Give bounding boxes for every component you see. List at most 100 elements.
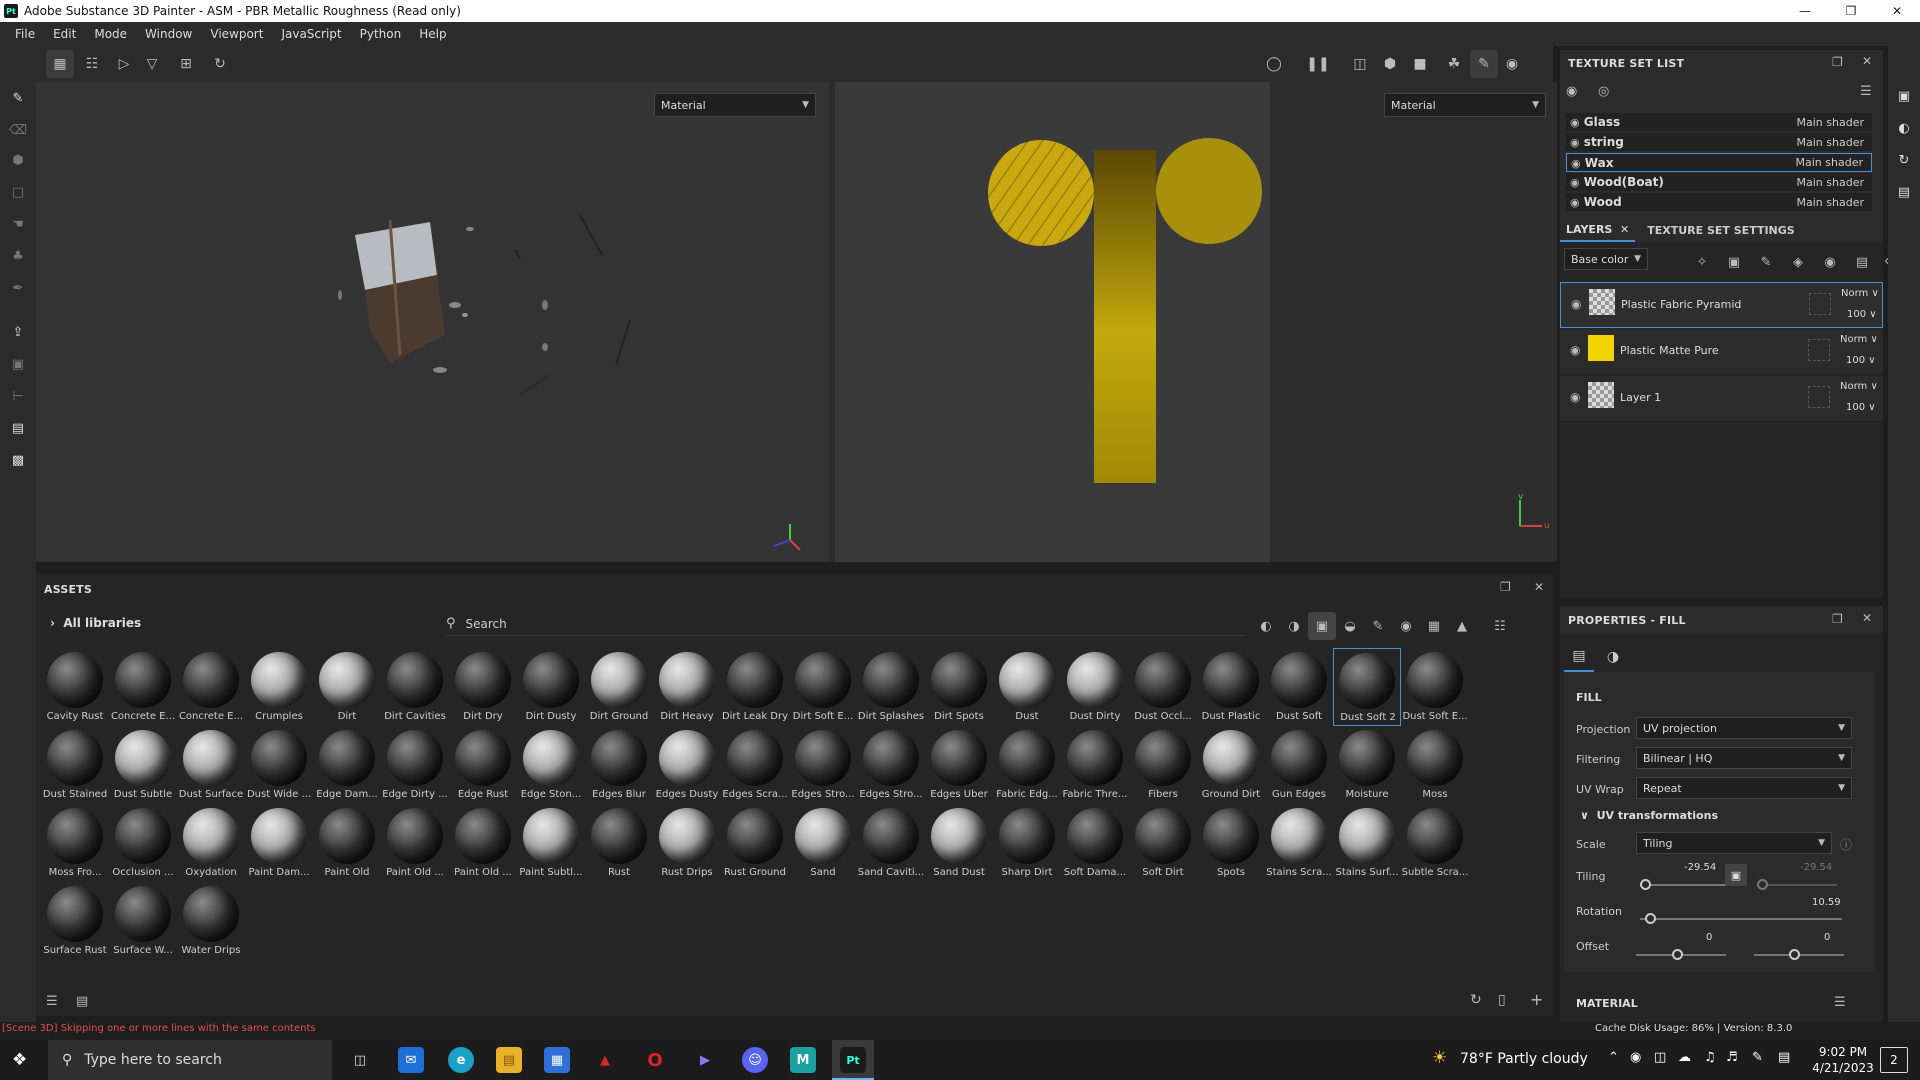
asset-tile[interactable]: Dust Soft E... [1401, 648, 1469, 726]
asset-tile[interactable]: Moisture [1333, 726, 1401, 804]
smudge-icon[interactable]: ☚ [6, 212, 30, 236]
blend-mode-select[interactable]: Norm ∨ [1840, 381, 1878, 392]
media-app-icon[interactable]: ▶ [692, 1047, 718, 1073]
lock-icon[interactable]: ▣ [1725, 864, 1747, 886]
asset-tile[interactable]: Dirt [313, 648, 381, 726]
asset-tile[interactable]: Surface Rust [41, 882, 109, 960]
asset-tile[interactable]: Sand Caviti... [857, 804, 925, 882]
filter-environment-icon[interactable]: ▲ [1448, 612, 1476, 640]
weather-icon[interactable]: ☀ [1432, 1048, 1447, 1068]
asset-tile[interactable]: Stains Surf... [1333, 804, 1401, 882]
weather-text[interactable]: 78°F Partly cloudy [1460, 1051, 1588, 1067]
asset-tile[interactable]: Occlusion ... [109, 804, 177, 882]
properties-material-tab-icon[interactable]: ◑ [1598, 642, 1628, 672]
filter-smart-mask-icon[interactable]: ▣ [1308, 612, 1336, 640]
menu-mode[interactable]: Mode [85, 27, 136, 41]
layer-opacity[interactable]: 100 ∨ [1847, 309, 1877, 320]
taskbar-search-input[interactable]: Type here to search [84, 1052, 222, 1068]
asset-tile[interactable]: Paint Old ... [381, 804, 449, 882]
assets-close-icon[interactable]: ✕ [1534, 580, 1544, 594]
asset-list-icon[interactable]: ☰ [46, 994, 58, 1009]
bake-icon[interactable]: ▣ [6, 352, 30, 376]
network-icon[interactable]: ▤ [1778, 1050, 1790, 1065]
asset-tile[interactable]: Edge Rust [449, 726, 517, 804]
texture-set-shader[interactable]: Main shader [1797, 196, 1864, 209]
asset-tile[interactable]: Gun Edges [1265, 726, 1333, 804]
asset-tile[interactable]: Edge Dam... [313, 726, 381, 804]
file-explorer-icon[interactable]: ▤ [496, 1047, 522, 1073]
menu-window[interactable]: Window [136, 27, 201, 41]
rotation-knob[interactable] [1645, 913, 1656, 924]
asset-tile[interactable]: Moss [1401, 726, 1469, 804]
asset-tree-icon[interactable]: ▤ [76, 994, 88, 1009]
menu-javascript[interactable]: JavaScript [272, 27, 350, 41]
scale-select[interactable]: Tiling ▼ [1636, 832, 1832, 854]
texture-set-row[interactable]: ◉ Glass Main shader [1566, 113, 1872, 132]
asset-tile[interactable]: Concrete E... [177, 648, 245, 726]
asset-search[interactable]: ⚲ Search [446, 612, 1246, 636]
tiling-v-knob[interactable] [1757, 879, 1768, 890]
tiling-u-slider[interactable] [1640, 884, 1730, 886]
projection-icon[interactable]: ⬢ [6, 148, 30, 172]
viewport-3d-mode-select[interactable]: Material ▼ [654, 93, 816, 117]
history-dock-icon[interactable]: ↻ [1892, 148, 1916, 172]
asset-tile[interactable]: Dirt Ground [585, 648, 653, 726]
assets-float-icon[interactable]: ❐ [1500, 580, 1511, 594]
menu-viewport[interactable]: Viewport [201, 27, 272, 41]
uv-transformations-toggle[interactable]: ∨ UV transformations [1580, 809, 1718, 822]
add-material-icon[interactable]: ◉ [1816, 248, 1844, 276]
library-selector[interactable]: › All libraries [50, 616, 141, 630]
layer-opacity[interactable]: 100 ∨ [1846, 402, 1876, 413]
asset-tile[interactable]: Soft Dama... [1061, 804, 1129, 882]
layer-mask-slot[interactable] [1808, 386, 1830, 408]
asset-tile[interactable]: Paint Old ... [449, 804, 517, 882]
texture-set-row[interactable]: ◉ string Main shader [1566, 133, 1872, 152]
opera-browser-icon[interactable]: O [642, 1047, 668, 1073]
asset-tile[interactable]: Paint Subtl... [517, 804, 585, 882]
layer-mask-slot[interactable] [1809, 293, 1831, 315]
hide-icon[interactable]: ◯ [1260, 50, 1288, 78]
eye-icon[interactable]: ◉ [1570, 116, 1580, 129]
close-window-button[interactable]: ✕ [1874, 0, 1920, 22]
notifications-icon[interactable]: 2 [1880, 1047, 1908, 1073]
color-picker-icon[interactable]: ✒ [6, 276, 30, 300]
asset-tile[interactable]: Rust Ground [721, 804, 789, 882]
windows-start-icon[interactable]: ❖ [12, 1050, 34, 1072]
asset-tile[interactable]: Ground Dirt [1197, 726, 1265, 804]
add-effect-icon[interactable]: ✧ [1688, 248, 1716, 276]
asset-tile[interactable]: Moss Fro... [41, 804, 109, 882]
asset-tile[interactable]: Dust Soft [1265, 648, 1333, 726]
texture-set-float-icon[interactable]: ❐ [1832, 55, 1843, 69]
paint-brush-icon[interactable]: ✎ [6, 86, 30, 110]
rotation-slider[interactable] [1640, 918, 1842, 920]
cube-icon[interactable]: ⬢ [1376, 50, 1404, 78]
asset-tile[interactable]: Dust Subtle [109, 726, 177, 804]
menu-help[interactable]: Help [410, 27, 455, 41]
eye-icon[interactable]: ◉ [1570, 390, 1580, 404]
asset-tile[interactable]: Dust Occl... [1129, 648, 1197, 726]
asset-tile[interactable]: Sand [789, 804, 857, 882]
task-view-icon[interactable]: ◫ [347, 1047, 373, 1073]
menu-python[interactable]: Python [351, 27, 411, 41]
asset-tile[interactable]: Stains Scra... [1265, 804, 1333, 882]
asset-tile[interactable]: Dirt Spots [925, 648, 993, 726]
tab-layers[interactable]: LAYERS ✕ [1560, 218, 1636, 242]
texture-set-shader[interactable]: Main shader [1797, 116, 1864, 129]
edge-browser-icon[interactable]: e [448, 1047, 474, 1073]
viewport-2d-mode-select[interactable]: Material ▼ [1384, 93, 1546, 117]
add-frame-icon[interactable]: ⊞ [172, 50, 200, 78]
asset-tile[interactable]: Fibers [1129, 726, 1197, 804]
refresh-icon[interactable]: ↻ [1470, 992, 1482, 1008]
asset-tile[interactable]: Dust Soft 2 [1333, 648, 1401, 726]
asset-tile[interactable]: Concrete E... [109, 648, 177, 726]
asset-tile[interactable]: Fabric Thre... [1061, 726, 1129, 804]
grid-layout-icon[interactable]: ▦ [46, 50, 74, 78]
eye-icon[interactable]: ◉ [1570, 196, 1580, 209]
cloud-icon[interactable]: ☁ [1678, 1050, 1691, 1065]
scene-icon[interactable]: ▩ [6, 448, 30, 472]
asset-tile[interactable]: Sharp Dirt [993, 804, 1061, 882]
filtering-select[interactable]: Bilinear | HQ ▼ [1636, 747, 1852, 769]
add-paint-layer-icon[interactable]: ✎ [1752, 248, 1780, 276]
asset-tile[interactable]: Dust Wide ... [245, 726, 313, 804]
asset-tile[interactable]: Edge Ston... [517, 726, 585, 804]
